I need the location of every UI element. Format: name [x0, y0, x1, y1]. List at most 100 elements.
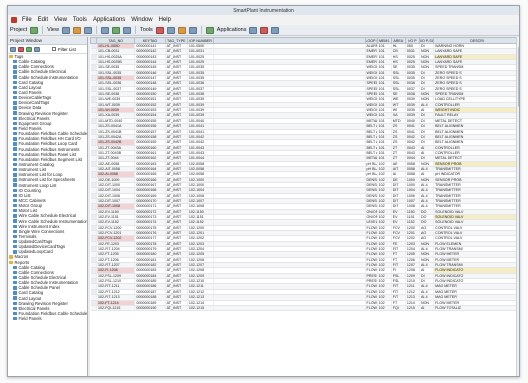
table-cell[interactable]: WEIGHT BLANKER NO. 1 FEED WEIGH BELT CON… — [365, 75, 378, 82]
table-cell[interactable]: DENSITY UP-TO FEED PUMP — [365, 193, 378, 200]
table-cell[interactable]: WEIGHT BLANKER NO. 1 FEED WEIGH BELT CON… — [365, 70, 378, 77]
tree-add-icon[interactable] — [26, 46, 32, 52]
table-cell[interactable]: FLOW BLANKER 2-1 RECYCLE MIXING TANK — [365, 262, 378, 269]
table-cell[interactable]: PRESSURE COOLER NOSE RING COOLING FAN NO… — [365, 273, 378, 280]
table-cell[interactable]: DENSITY RECYCLE ACCEPTS SCREEN PUMP DISC… — [365, 182, 378, 189]
menu-tools[interactable]: Tools — [70, 17, 90, 23]
vertical-scrollbar[interactable] — [516, 37, 519, 376]
table-cell[interactable]: FLOW BLANKER NO. 1 GRAY WATER SUPPLY — [365, 230, 378, 237]
table-cell[interactable]: EMERGENCY STOP BLANKER NO. 1 FEED WEIGH … — [365, 54, 378, 61]
table-cell[interactable]: pH BLANKER NO. 1 DISCHARGE PUMP OUTLET — [365, 171, 378, 178]
scrollbar-thumb[interactable] — [518, 47, 519, 107]
table-cell[interactable]: SPEED RAW CLAY FEEDER NO. 1 — [365, 80, 378, 87]
table-cell[interactable]: EMERGENCY STOP BLANKER NO. 1 FEED WEIGH … — [365, 48, 378, 55]
table-cell[interactable]: FLOW AMMONIA TO BLANKER NO. 1 — [365, 241, 378, 248]
filter-icon[interactable] — [72, 26, 81, 34]
table-cell[interactable]: AT_INST — [165, 305, 188, 312]
paste-icon[interactable] — [177, 26, 186, 34]
table-cell[interactable]: WEIGHT BLANKER NO. 1 FEED WEIGH BELT CON… — [365, 112, 378, 119]
table-cell[interactable]: PRESSURE COOLER NOSE RING COOLING FAN NO… — [365, 278, 378, 285]
table-cell[interactable]: BELT ALIGNMENT BLANKER NO. 1 FEED WEIGH … — [365, 129, 378, 135]
table-cell[interactable]: DENSITY UP-DRIED FEED PUMP — [365, 177, 378, 183]
table-cell[interactable]: 102-FQI-1215 — [96, 305, 136, 312]
document-icon — [13, 224, 17, 228]
table-cell[interactable]: FLOW BLANKER NO. 1 GRAY WATER SUPPLY — [365, 289, 378, 296]
table-cell[interactable]: 1215 — [405, 305, 421, 312]
view-icon[interactable] — [61, 26, 70, 34]
copy-icon[interactable] — [166, 26, 175, 34]
table-cell[interactable]: BELT ALIGNMENT BLANKER NO. 1 FEED WEIGH … — [365, 145, 378, 151]
table-cell[interactable]: SPEED RAW CLAY FEEDER NO. 1 — [365, 86, 378, 93]
applications-button[interactable]: Applications — [217, 27, 247, 33]
document-icon — [13, 245, 17, 249]
table-cell[interactable]: WEIGHT BLANKER NO. 1 FEED WEIGH BELT CON… — [365, 107, 378, 114]
table-cell[interactable]: WEIGHT BLANKER NO. 1 FEED WEIGH BELT CON… — [365, 96, 378, 103]
table-cell[interactable]: 102-1215 — [187, 305, 215, 312]
table-cell[interactable]: pH BLANKER NO. 1 DISCHARGE PUMP OUTLET — [365, 166, 378, 173]
view-button[interactable]: View — [47, 27, 59, 33]
menu-window[interactable]: Window — [128, 17, 155, 23]
table-cell[interactable]: AI — [419, 305, 435, 312]
table-cell[interactable]: FLOW AMMONIA TO RECYCLE MIXING TANK — [365, 246, 378, 253]
menu-applications[interactable]: Applications — [90, 17, 128, 23]
table-cell[interactable]: FLOW RECYCLE MIXING TANK NO. 1 — [365, 267, 378, 274]
table-cell[interactable]: FLOW AMMONIA TO BLANKER NO. 1 — [365, 283, 378, 290]
table-cell[interactable]: DENSITY RECYCLE ACCEPTS SCREEN PUMP DISC… — [365, 198, 378, 205]
table-cell[interactable]: WEIGHT BLANKER NO. 1 FEED WEIGH BELT CON… — [365, 102, 378, 109]
filter-list-checkbox[interactable] — [52, 47, 56, 51]
table-cell[interactable]: EMERGENCY STOP BLANKER NO. 1 FEED WEIGH … — [365, 59, 378, 66]
table-cell[interactable]: FLOW WATER TO BLANKER FLUSH CONNECTION — [365, 305, 378, 312]
table-cell[interactable]: BELT ALIGNMENT BLANKER NO. 1 FEED WEIGH … — [365, 139, 378, 146]
export-icon[interactable] — [205, 26, 214, 34]
project-button[interactable]: Project — [10, 27, 27, 33]
tree-delete-icon[interactable] — [18, 46, 24, 52]
table-cell[interactable]: WEIGHT BLANKER NO. 1 FEED WEIGH BELT CON… — [365, 64, 378, 71]
tools-button[interactable]: Tools — [140, 27, 153, 33]
table-cell[interactable]: BELT ALIGNMENT BLANKER NO. 1 FEED WEIGH … — [365, 150, 378, 157]
settings-icon[interactable] — [271, 26, 280, 34]
app-launch-icon[interactable] — [249, 26, 258, 34]
table-cell[interactable]: LEVEL RECYCLE MIXER WATER TANK NO. 1 — [365, 219, 378, 226]
menu-view[interactable]: View — [51, 17, 70, 23]
table-cell[interactable]: ALARM BLANKER NO. 1 FEED WEIGH BELT CONV… — [365, 43, 378, 50]
table-cell[interactable]: DENSITY RECYCLE ACCEPTS SCREEN PUMP DISC… — [365, 187, 378, 194]
tree-view-icon[interactable] — [10, 46, 16, 52]
delete-icon[interactable] — [155, 26, 164, 34]
table-cell[interactable]: BELT ALIGNMENT BLANKER NO. 1 FEED WEIGH … — [365, 123, 378, 130]
menu-edit[interactable]: Edit — [35, 17, 51, 23]
table-cell[interactable]: SPEED WEIGH BELT CONVEYOR NO. 1 — [365, 91, 378, 98]
table-cell[interactable]: FLOW AMMONIA TO GRAY WATER TANK — [365, 225, 378, 232]
document-icon — [13, 281, 17, 285]
project-icon[interactable] — [30, 26, 39, 34]
stop-icon[interactable] — [260, 26, 269, 34]
table-cell[interactable]: FLOW AMMONIA TO BLANKER NO. 1 — [365, 294, 378, 301]
table-cell[interactable]: FLOW DISPERSANT TO BLANKER NO. 1 — [365, 257, 378, 264]
table-cell[interactable]: METAL DETECTOR BLANKER NO. 1 FEED WEIGH … — [365, 118, 378, 125]
table-cell[interactable]: ON/OFF COMPRESSED AIR FROM MIX TANK NO. … — [365, 214, 378, 221]
table-cell[interactable]: ON/OFF GRAY WATER TO RECYCLE MIXING TANK… — [365, 209, 378, 216]
menu-help[interactable]: Help — [156, 17, 174, 23]
tree-item[interactable]: Field Panels — [8, 316, 87, 321]
table-cell[interactable]: 102 — [377, 305, 392, 312]
grid-icon[interactable] — [100, 26, 109, 34]
document-icon — [13, 250, 17, 254]
sort-icon[interactable] — [83, 26, 92, 34]
table-cell[interactable]: FQI — [391, 305, 406, 312]
table-cell[interactable]: FLOW DISPERSANT TO BLANKER NO. 1 — [365, 235, 378, 242]
menu-file[interactable]: File — [19, 17, 35, 23]
table-cell[interactable]: METAL DETECTOR BLANKER NO. 1 FEED WEIGH … — [365, 155, 378, 162]
table-cell[interactable]: 0000000190 — [134, 305, 166, 312]
document-icon — [13, 229, 17, 234]
table-row[interactable]: 102-FQI-1215 0000000190 AT_INST 102-1215 FLO… — [90, 305, 519, 312]
table-icon[interactable] — [122, 26, 131, 34]
tree-close-icon[interactable] — [34, 46, 40, 52]
table-cell[interactable]: BELT ALIGNMENT BLANKER NO. 1 FEED WEIGH … — [365, 134, 378, 141]
table-cell[interactable]: FLOW TOTALIZ — [433, 305, 519, 312]
table-cell[interactable] — [213, 305, 366, 312]
table-cell[interactable]: FLOW BLANKER NO. 1 GRAY WATER SUPPLY — [365, 251, 378, 258]
table-cell[interactable]: FLOW 2-1 RECYCLE MIXING TO RECYCLE TANK — [365, 300, 378, 306]
table-cell[interactable]: pH BLANKER NO. 1 DISCHARGE PUMP OUTLET — [365, 161, 378, 167]
print-icon[interactable] — [188, 26, 197, 34]
table-cell[interactable]: DENSITY BLANKER NO. 1 SEAL WATER — [365, 203, 378, 210]
refresh-icon[interactable] — [111, 26, 120, 34]
